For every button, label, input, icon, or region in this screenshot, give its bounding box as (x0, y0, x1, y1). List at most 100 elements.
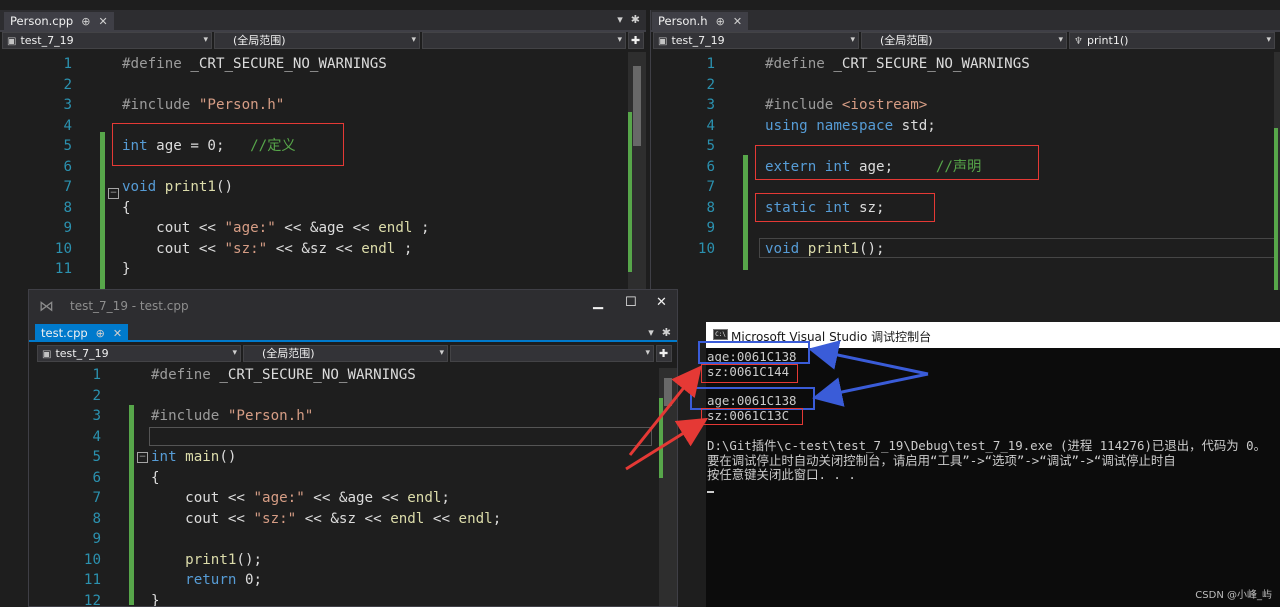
code-line[interactable]: 9 (651, 218, 1260, 239)
code-token: << &sz << (267, 240, 362, 257)
close-icon[interactable]: ✕ (113, 324, 122, 343)
code-token: int (151, 449, 177, 465)
maximize-button[interactable]: ☐ (625, 295, 637, 310)
tab-person-cpp[interactable]: Person.cpp ⊕ ✕ (4, 12, 114, 31)
navigation-bar: ▣ test_7_19 ▾ (全局范围) ▾ ▾ ✚ (0, 32, 646, 50)
code-line[interactable]: 11 return 0; (29, 570, 657, 591)
code-token: endl (407, 490, 442, 506)
line-number: 7 (706, 179, 715, 195)
code-text: #define _CRT_SECURE_NO_WARNINGS (151, 365, 416, 386)
code-line[interactable]: 5 int main() (29, 447, 657, 468)
code-line[interactable]: 9 (29, 529, 657, 550)
code-line[interactable]: 8{ (0, 198, 626, 219)
line-number: 5 (706, 138, 715, 154)
project-icon: ▣ (7, 36, 17, 47)
line-number: 9 (706, 220, 715, 236)
code-line[interactable]: 1 #define _CRT_SECURE_NO_WARNINGS (651, 54, 1260, 75)
scope-dropdown[interactable]: (全局范围) ▾ (861, 32, 1067, 49)
split-button[interactable]: ✚ (656, 345, 672, 362)
code-text: cout << "age:" << &age << endl ; (122, 218, 429, 239)
code-line[interactable]: 3 #include "Person.h" (29, 406, 657, 427)
code-token: <iostream> (841, 97, 928, 113)
code-token: { (122, 199, 131, 216)
gear-icon[interactable]: ✱ (662, 326, 671, 339)
tab-strip: test.cpp ⊕ ✕ ▾ ✱ (29, 322, 677, 342)
code-line[interactable]: 8 static int sz; (651, 198, 1260, 219)
code-token: using namespace (765, 117, 894, 134)
scrollbar-thumb[interactable] (664, 378, 672, 406)
window-title-bar[interactable]: ⋈ test_7_19 - test.cpp ▁ ☐ ✕ (29, 290, 677, 322)
code-line[interactable]: 7 void print1() (0, 177, 626, 198)
gear-icon[interactable]: ✱ (631, 13, 640, 26)
code-line[interactable]: 1 #define _CRT_SECURE_NO_WARNINGS (29, 365, 657, 386)
split-button[interactable]: ✚ (628, 32, 644, 49)
code-line[interactable]: 9 cout << "age:" << &age << endl ; (0, 218, 626, 239)
code-token: "Person.h" (198, 97, 285, 113)
chevron-down-icon[interactable]: ▾ (648, 326, 654, 339)
code-token: ; (492, 510, 502, 527)
line-number: 9 (63, 220, 72, 236)
code-line[interactable]: 10 cout << "sz:" << &sz << endl ; (0, 239, 626, 260)
project-icon: ▣ (658, 36, 668, 47)
vertical-scrollbar[interactable] (1274, 52, 1280, 290)
close-icon[interactable]: ✕ (98, 12, 107, 31)
project-dropdown[interactable]: ▣ test_7_19 ▾ (2, 32, 212, 49)
code-line[interactable]: 2 (29, 386, 657, 407)
pin-icon[interactable]: ⊕ (716, 12, 725, 31)
code-text: #define _CRT_SECURE_NO_WARNINGS (765, 54, 1030, 75)
code-line[interactable]: 2 (0, 75, 626, 96)
console-line: 按任意键关闭此窗口. . . (707, 467, 856, 483)
tab-test-cpp[interactable]: test.cpp ⊕ ✕ (35, 324, 129, 343)
code-area[interactable]: 1 #define _CRT_SECURE_NO_WARNINGS 2 3 #inclu… (29, 365, 657, 607)
code-text: return 0; (151, 570, 262, 591)
code-line[interactable]: 3 #include "Person.h" (0, 95, 626, 116)
code-token: << (424, 510, 459, 527)
watermark: CSDN @小峰_屿 (1195, 590, 1272, 601)
code-line[interactable]: 2 (651, 75, 1260, 96)
code-line[interactable]: 12} (29, 591, 657, 607)
code-line[interactable]: 4 (29, 427, 657, 448)
scope-dropdown[interactable]: (全局范围) ▾ (214, 32, 420, 49)
project-dropdown[interactable]: ▣ test_7_19 ▾ (37, 345, 241, 362)
code-area[interactable]: 1 #define _CRT_SECURE_NO_WARNINGS 2 3 #inclu… (0, 54, 626, 280)
current-line-highlight (759, 238, 1275, 258)
code-token: ; (395, 240, 413, 257)
project-dropdown[interactable]: ▣ test_7_19 ▾ (653, 32, 859, 49)
chevron-down-icon[interactable]: ▾ (617, 13, 623, 26)
code-line[interactable]: 4 using namespace std; (651, 116, 1260, 137)
code-token: #include (765, 97, 842, 113)
code-line[interactable]: 8 cout << "sz:" << &sz << endl << endl; (29, 509, 657, 530)
vertical-scrollbar[interactable] (628, 52, 646, 290)
member-dropdown[interactable]: ▾ (450, 345, 654, 362)
code-text: void print1() (122, 177, 233, 198)
line-number: 2 (92, 387, 101, 404)
code-line[interactable]: 3 #include <iostream> (651, 95, 1260, 116)
code-text: cout << "sz:" << &sz << endl << endl; (151, 509, 501, 530)
annotation-box-definition (112, 123, 344, 166)
line-number: 6 (706, 158, 715, 175)
code-line[interactable]: 10 print1(); (29, 550, 657, 571)
pin-icon[interactable]: ⊕ (96, 324, 105, 343)
pin-icon[interactable]: ⊕ (81, 12, 90, 31)
scrollbar-thumb[interactable] (633, 66, 641, 146)
code-line[interactable]: 11} (0, 259, 626, 280)
code-token: print1 (164, 179, 216, 195)
close-button[interactable]: ✕ (656, 295, 667, 310)
tab-person-h[interactable]: Person.h ⊕ ✕ (652, 12, 749, 31)
code-line[interactable]: 6{ (29, 468, 657, 489)
code-token: << &sz << (296, 510, 391, 527)
code-line[interactable]: 7 cout << "age:" << &age << endl; (29, 488, 657, 509)
member-dropdown[interactable]: ♆ print1() ▾ (1069, 32, 1275, 49)
code-line[interactable]: 7 (651, 177, 1260, 198)
code-line[interactable]: 1 #define _CRT_SECURE_NO_WARNINGS (0, 54, 626, 75)
close-icon[interactable]: ✕ (733, 12, 742, 31)
member-dropdown[interactable]: ▾ (422, 32, 626, 49)
vertical-scrollbar[interactable] (659, 368, 677, 606)
code-token: #define (122, 56, 191, 72)
minimize-button[interactable]: ▁ (593, 295, 603, 310)
scope-dropdown[interactable]: (全局范围) ▾ (243, 345, 448, 362)
line-number: 8 (63, 199, 72, 216)
chevron-down-icon: ▾ (232, 348, 237, 358)
